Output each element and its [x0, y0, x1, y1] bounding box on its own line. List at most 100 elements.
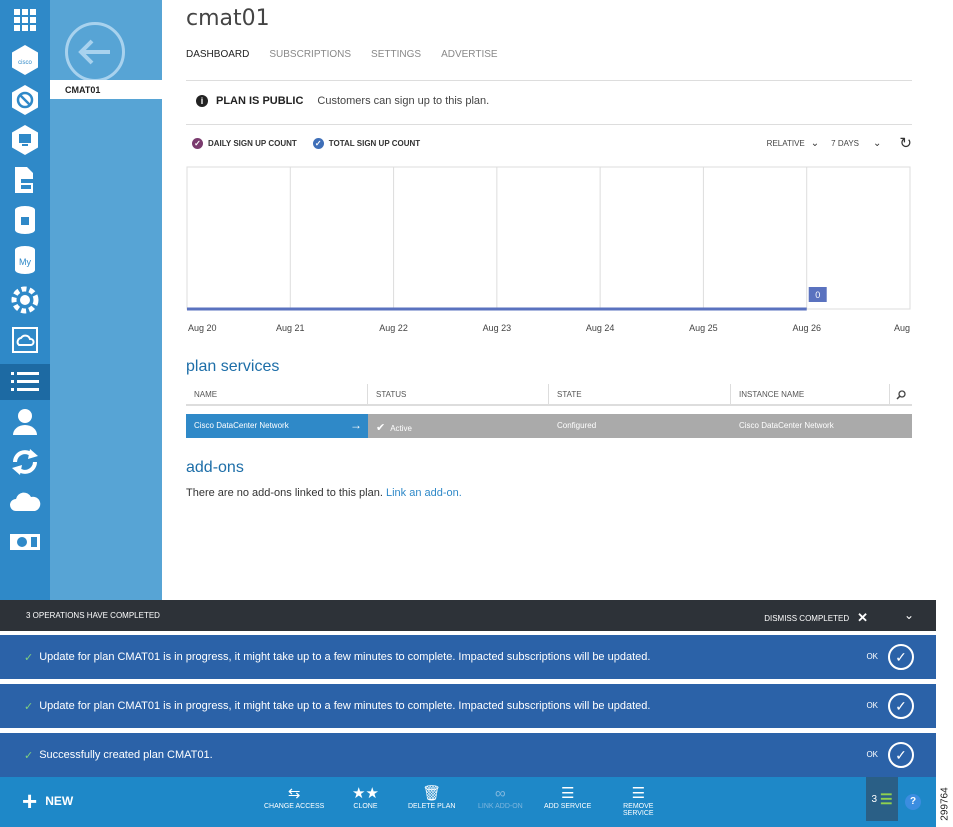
- remove-service-button[interactable]: ☰ REMOVE SERVICE: [623, 785, 654, 817]
- new-label: NEW: [45, 794, 74, 808]
- link-icon: ∞: [495, 785, 506, 802]
- billing-icon[interactable]: [5, 524, 45, 560]
- sql-icon[interactable]: [5, 202, 45, 238]
- legend-total-signup[interactable]: ✓ TOTAL SIGN UP COUNT: [312, 138, 421, 149]
- back-arrow-icon: [78, 39, 110, 65]
- chevron-down-icon: ⌄: [873, 138, 882, 149]
- chevron-down-icon[interactable]: ⌄: [904, 608, 914, 622]
- services-table-header: NAME STATUS STATE INSTANCE NAME: [186, 384, 912, 406]
- refresh-icon[interactable]: ↻: [899, 136, 912, 151]
- x-tick-label: Aug 27: [894, 323, 912, 333]
- cloud-icon[interactable]: [5, 484, 45, 520]
- operations-counter[interactable]: 3 ☰: [866, 777, 898, 821]
- addons-heading: add-ons: [186, 459, 244, 476]
- divider: [186, 124, 912, 125]
- x-tick-label: Aug 21: [276, 323, 305, 333]
- panel-item-cmat01[interactable]: CMAT01: [50, 80, 162, 99]
- addons-text: There are no add-ons linked to this plan…: [186, 487, 383, 499]
- divider: [186, 80, 912, 81]
- notification-text: Successfully created plan CMAT01.: [39, 749, 213, 761]
- column-status[interactable]: STATUS: [368, 384, 549, 404]
- range-value-select[interactable]: 7 DAYS ⌄: [831, 138, 881, 149]
- service-name-cell[interactable]: Cisco DataCenter Network →: [186, 414, 368, 438]
- service-status: Active: [390, 424, 413, 433]
- link-addon-button[interactable]: ∞ LINK ADD-ON: [478, 785, 523, 810]
- network-icon[interactable]: [5, 82, 45, 118]
- plus-icon: +: [22, 786, 38, 816]
- table-row[interactable]: Cisco DataCenter Network → ✔ Active Config…: [186, 414, 912, 438]
- remove-list-icon: ☰: [631, 785, 646, 802]
- change-access-button[interactable]: ⇆ CHANGE ACCESS: [264, 785, 324, 810]
- legend-daily-signup[interactable]: ✓ DAILY SIGN UP COUNT: [192, 138, 297, 149]
- column-name[interactable]: NAME: [186, 384, 368, 404]
- new-button[interactable]: + NEW: [22, 786, 74, 816]
- automation-icon[interactable]: [5, 282, 45, 318]
- chevron-down-icon: ⌄: [810, 138, 820, 149]
- check-icon: ✔: [376, 422, 386, 434]
- ok-button[interactable]: ✓: [888, 742, 914, 768]
- link-addon-link[interactable]: Link an add-on.: [386, 487, 462, 499]
- cisco-icon[interactable]: cisco: [5, 42, 45, 78]
- legend-label: TOTAL SIGN UP COUNT: [328, 139, 421, 148]
- back-button[interactable]: [65, 22, 125, 82]
- x-tick-label: Aug 20: [188, 323, 217, 333]
- plan-status-text: Customers can sign up to this plan.: [317, 95, 490, 107]
- chart-range-controls: RELATIVE ⌄ 7 DAYS ⌄ ↻: [767, 136, 912, 151]
- plan-status-bar: i PLAN IS PUBLIC Customers can sign up t…: [196, 95, 489, 107]
- service-status-cell: ✔ Active: [368, 414, 549, 438]
- tab-advertise[interactable]: ADVERTISE: [441, 49, 498, 60]
- column-instance-name[interactable]: INSTANCE NAME: [731, 384, 890, 404]
- list-icon: ☰: [880, 790, 893, 807]
- figure-number: 299764: [937, 782, 953, 826]
- delete-plan-button[interactable]: 🗑 DELETE PLAN: [408, 785, 455, 810]
- check-icon: ✓: [312, 138, 324, 149]
- command-bar: + NEW ⇆ CHANGE ACCESS ★★ CLONE 🗑 DELETE PLAN…: [0, 777, 936, 827]
- notification-item: ✓ Update for plan CMAT01 is in progress,…: [0, 684, 936, 728]
- figure-number-text: 299764: [939, 787, 951, 821]
- trash-icon: 🗑: [422, 785, 442, 802]
- apps-grid-icon[interactable]: [5, 2, 45, 38]
- x-tick-label: Aug 26: [792, 323, 821, 333]
- cloud-folder-icon[interactable]: [5, 322, 45, 358]
- signup-chart: Aug 20 Aug 21 Aug 22 Aug 23 Aug 24 Aug 25 Aug …: [186, 166, 912, 333]
- notification-text: Update for plan CMAT01 is in progress, i…: [39, 700, 651, 712]
- column-state[interactable]: STATE: [549, 384, 731, 404]
- notification-item: ✓ Successfully created plan CMAT01. OK ✓: [0, 733, 936, 777]
- add-list-icon: ☰: [560, 785, 575, 802]
- addons-message: There are no add-ons linked to this plan…: [186, 487, 462, 499]
- x-tick-label: Aug 25: [689, 323, 718, 333]
- close-icon: ✕: [857, 610, 868, 625]
- tab-dashboard[interactable]: DASHBOARD: [186, 49, 249, 60]
- x-tick-label: Aug 24: [586, 323, 615, 333]
- add-service-button[interactable]: ☰ ADD SERVICE: [544, 785, 591, 810]
- ok-button[interactable]: ✓: [888, 693, 914, 719]
- ok-label: OK: [866, 750, 878, 759]
- data-label: 0: [815, 290, 820, 300]
- search-icon[interactable]: [890, 384, 912, 404]
- remove-service-label-2: SERVICE: [623, 810, 654, 817]
- svg-text:cisco: cisco: [18, 60, 32, 66]
- tab-settings[interactable]: SETTINGS: [371, 49, 421, 60]
- tab-subscriptions[interactable]: SUBSCRIPTIONS: [269, 49, 351, 60]
- service-instance: Cisco DataCenter Network: [739, 421, 834, 430]
- dismiss-completed-button[interactable]: DISMISS COMPLETED ✕: [764, 610, 868, 626]
- help-icon[interactable]: ?: [905, 794, 921, 810]
- mysql-icon[interactable]: My: [5, 242, 45, 278]
- vm-icon[interactable]: [5, 122, 45, 158]
- clone-button[interactable]: ★★ CLONE: [352, 785, 379, 810]
- check-icon: ✓: [192, 138, 203, 149]
- clone-label: CLONE: [353, 803, 378, 810]
- delete-plan-label: DELETE PLAN: [408, 803, 456, 810]
- user-icon[interactable]: [5, 404, 45, 440]
- dismiss-label: DISMISS COMPLETED: [764, 613, 850, 623]
- remove-service-label: REMOVE: [623, 803, 654, 810]
- range-mode-select[interactable]: RELATIVE ⌄: [767, 138, 819, 149]
- plans-icon[interactable]: [0, 364, 50, 400]
- legend-label: DAILY SIGN UP COUNT: [208, 139, 297, 148]
- notification-item: ✓ Update for plan CMAT01 is in progress,…: [0, 635, 936, 679]
- ok-button[interactable]: ✓: [888, 644, 914, 670]
- page-title: cmat01: [186, 6, 270, 31]
- arrow-right-icon[interactable]: →: [350, 418, 362, 432]
- sync-icon[interactable]: [5, 444, 45, 480]
- web-icon[interactable]: [5, 162, 45, 198]
